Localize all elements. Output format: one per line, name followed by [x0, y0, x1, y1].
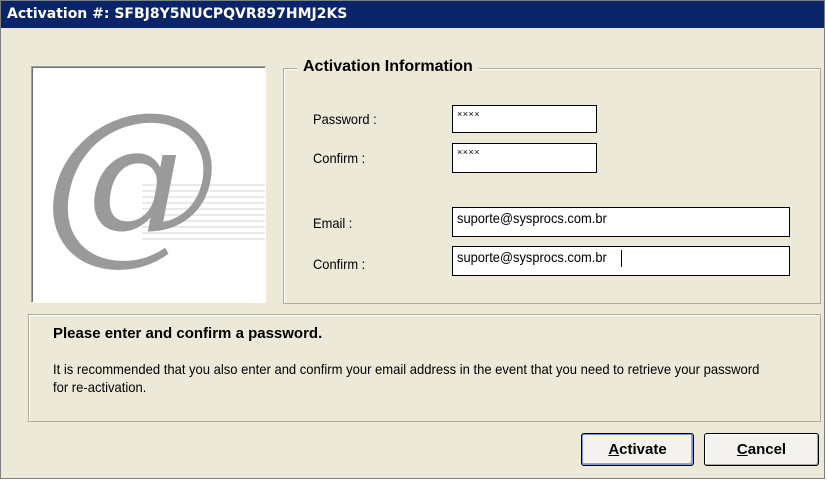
logo-panel: @	[31, 66, 266, 303]
email-value: suporte@sysprocs.com.br	[457, 210, 607, 226]
cancel-mnemonic: C	[736, 441, 748, 458]
confirm-email-value: suporte@sysprocs.com.br	[457, 249, 607, 265]
confirm-password-input[interactable]: ××××	[452, 143, 597, 173]
activation-dialog: Activation #: SFBJ8Y5NUCPQVR897HMJ2KS @ …	[0, 0, 825, 479]
cancel-label: ancel	[747, 441, 787, 458]
confirm-email-label: Confirm :	[313, 256, 366, 272]
at-sign-glyph: @	[43, 74, 221, 281]
activate-label: ctivate	[619, 441, 667, 458]
confirm-email-input[interactable]: suporte@sysprocs.com.br	[452, 246, 790, 276]
title-bar[interactable]: Activation #: SFBJ8Y5NUCPQVR897HMJ2KS	[1, 1, 824, 28]
activate-mnemonic: A	[608, 441, 620, 458]
email-input[interactable]: suporte@sysprocs.com.br	[452, 207, 790, 237]
group-legend: Activation Information	[297, 58, 479, 76]
cancel-button[interactable]: Cancel	[704, 433, 819, 466]
confirm-password-mask: ××××	[457, 147, 481, 157]
info-text: It is recommended that you also enter an…	[53, 361, 760, 395]
confirm-password-label: Confirm :	[313, 150, 366, 166]
text-caret	[620, 249, 622, 267]
at-sign-icon: @	[43, 74, 265, 281]
info-title: Please enter and confirm a password.	[53, 325, 323, 342]
password-input[interactable]: ××××	[452, 105, 597, 133]
activate-button[interactable]: Activate	[581, 433, 694, 466]
password-mask: ××××	[457, 109, 481, 119]
password-label: Password :	[313, 111, 377, 127]
email-label: Email :	[313, 215, 353, 231]
window-title: Activation #: SFBJ8Y5NUCPQVR897HMJ2KS	[7, 6, 348, 22]
